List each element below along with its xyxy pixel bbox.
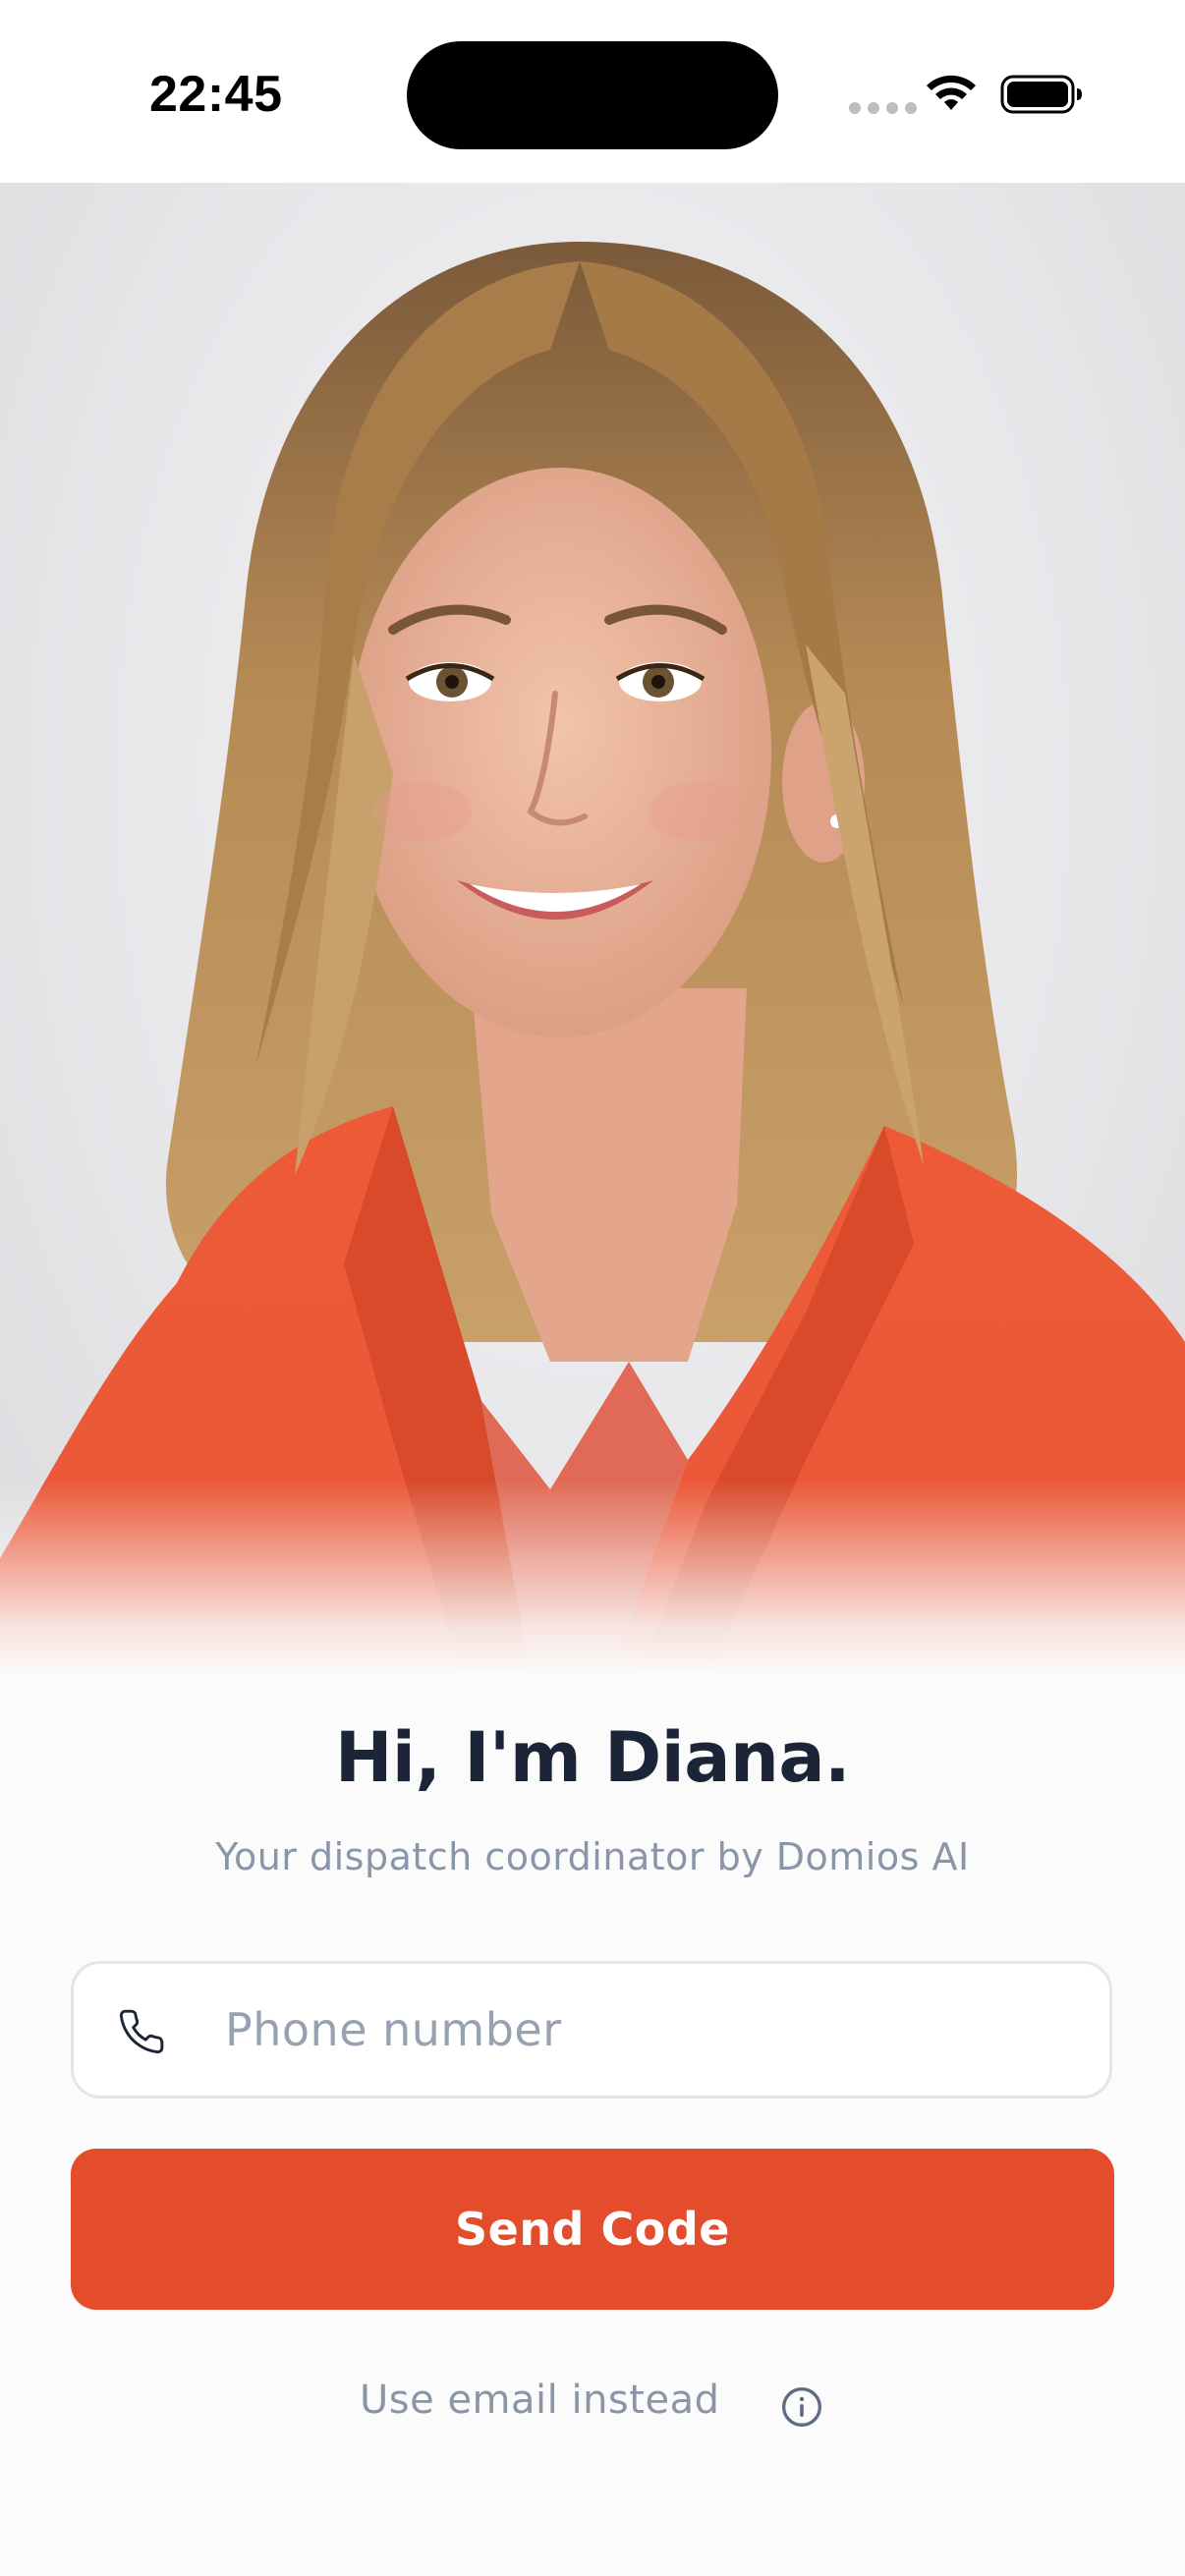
greeting-subtitle: Your dispatch coordinator by Domios AI bbox=[215, 1835, 970, 1878]
hero-fade bbox=[0, 1480, 1185, 1676]
hero-portrait bbox=[0, 183, 1185, 1676]
send-code-button[interactable]: Send Code bbox=[71, 2149, 1114, 2310]
dynamic-island bbox=[407, 41, 778, 149]
phone-input[interactable] bbox=[225, 1964, 1070, 2096]
greeting-title: Hi, I'm Diana. bbox=[334, 1717, 851, 1798]
login-screen: 22:45 Hi, I'm Diana. Your dispatch coord… bbox=[0, 0, 1185, 2576]
info-icon[interactable] bbox=[780, 2385, 823, 2429]
wifi-icon bbox=[927, 75, 976, 110]
battery-icon bbox=[1000, 75, 1082, 114]
portrait-image bbox=[0, 242, 1185, 1676]
status-time: 22:45 bbox=[149, 66, 283, 123]
cellular-signal-icon bbox=[849, 102, 917, 114]
phone-icon bbox=[119, 2009, 164, 2054]
use-email-link[interactable]: Use email instead bbox=[360, 2378, 719, 2423]
phone-field[interactable] bbox=[71, 1961, 1112, 2099]
status-bar: 22:45 bbox=[0, 0, 1185, 183]
